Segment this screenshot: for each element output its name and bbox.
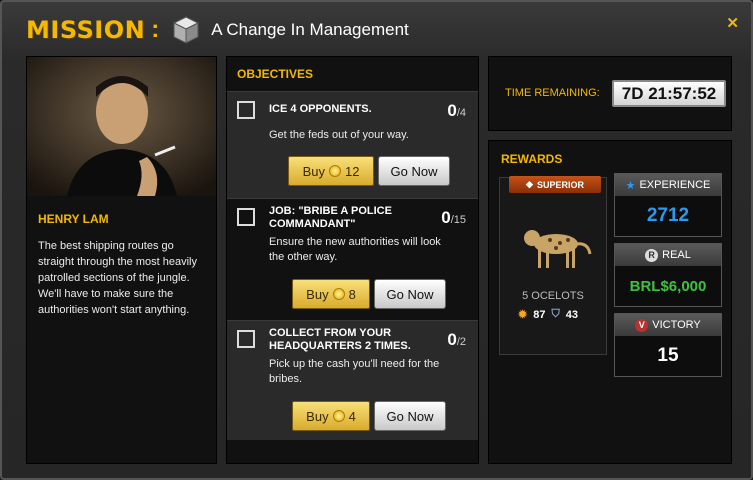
- npc-description: The best shipping routes go straight thr…: [38, 240, 197, 316]
- objective-title: COLLECT FROM YOUR HEADQUARTERS 2 TIMES.: [269, 327, 411, 352]
- star-icon: ★: [625, 179, 636, 192]
- buy-button[interactable]: Buy 12: [288, 156, 374, 186]
- victory-reward: V VICTORY 15: [614, 313, 722, 377]
- attack-value: 87: [533, 308, 546, 321]
- real-reward: R REAL BRL$6,000: [614, 243, 722, 307]
- npc-portrait: [27, 57, 216, 196]
- diamond-icon: ◆: [526, 179, 533, 189]
- mission-dialog: MISSION : A Change In Management ✕ HENRY…: [0, 0, 753, 480]
- ocelot-image: [524, 230, 592, 268]
- mission-name: A Change In Management: [211, 20, 409, 39]
- time-remaining-value: 7D 21:57:52: [612, 80, 726, 107]
- buy-button[interactable]: Buy 8: [292, 279, 370, 309]
- rewards-title: REWARDS: [501, 152, 563, 166]
- objectives-title: OBJECTIVES: [237, 67, 314, 81]
- mission-header: MISSION : A Change In Management: [26, 12, 409, 48]
- unit-reward-card: ◆ SUPERIOR 5 OCELOTS ✹ 87 ⛉ 43: [499, 176, 607, 355]
- objective-description: Get the feds out of your way.: [269, 129, 409, 141]
- attack-icon: ✹: [518, 309, 528, 321]
- real-value: BRL$6,000: [629, 277, 707, 295]
- objective-item: ICE 4 OPPONENTS. 0/4 Get the feds out of…: [227, 91, 478, 198]
- time-remaining-panel: TIME REMAINING: 7D 21:57:52: [488, 56, 732, 131]
- coin-icon: [332, 288, 345, 300]
- objective-progress: 0/2: [447, 330, 466, 349]
- real-icon: R: [645, 248, 659, 262]
- coin-icon: [332, 410, 345, 422]
- go-now-button[interactable]: Go Now: [374, 279, 446, 309]
- objective-description: Pick up the cash you'll need for the bri…: [269, 358, 440, 385]
- objective-item: COLLECT FROM YOUR HEADQUARTERS 2 TIMES. …: [227, 320, 478, 440]
- unit-stats: ✹ 87 ⛉ 43: [518, 308, 578, 321]
- experience-value: 2712: [646, 205, 690, 226]
- rewards-panel: REWARDS ◆ SUPERIOR 5 OCELOTS ✹ 87 ⛉ 43 ★ EXP…: [488, 140, 732, 464]
- time-remaining-label: TIME REMAINING:: [505, 87, 600, 99]
- close-icon[interactable]: ✕: [726, 14, 739, 32]
- npc-name: HENRY LAM: [38, 212, 109, 226]
- experience-reward: ★ EXPERIENCE 2712: [614, 173, 722, 237]
- victory-icon: V: [635, 318, 649, 332]
- buy-button[interactable]: Buy 4: [292, 401, 370, 431]
- mission-title: MISSION: [26, 16, 146, 44]
- go-now-button[interactable]: Go Now: [374, 401, 446, 431]
- objective-checkbox: [237, 330, 255, 348]
- objectives-panel: OBJECTIVES ICE 4 OPPONENTS. 0/4 Get the …: [226, 56, 479, 464]
- unit-name: 5 OCELOTS: [522, 290, 584, 302]
- objective-description: Ensure the new authorities will look the…: [269, 236, 441, 263]
- mission-title-colon: :: [151, 16, 160, 43]
- coin-icon: [328, 165, 341, 177]
- shield-icon: ⛉: [551, 308, 560, 320]
- npc-panel: HENRY LAM The best shipping routes go st…: [26, 56, 217, 464]
- mission-cube-icon: [173, 16, 200, 44]
- objective-checkbox: [237, 208, 255, 226]
- objective-item: JOB: "BRIBE A POLICE COMMANDANT" 0/15 En…: [227, 198, 478, 318]
- defense-value: 43: [565, 308, 578, 321]
- superior-badge: ◆ SUPERIOR: [509, 176, 601, 193]
- objective-title: JOB: "BRIBE A POLICE COMMANDANT": [269, 205, 392, 230]
- objective-checkbox: [237, 101, 255, 119]
- victory-value: 15: [657, 345, 679, 366]
- objective-progress: 0/15: [441, 208, 466, 227]
- objective-progress: 0/4: [447, 101, 466, 120]
- go-now-button[interactable]: Go Now: [378, 156, 450, 186]
- objective-title: ICE 4 OPPONENTS.: [269, 103, 372, 115]
